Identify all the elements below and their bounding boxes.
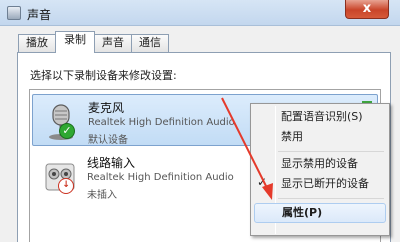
tab-sounds[interactable]: 声音	[94, 34, 132, 52]
device-status: 默认设备	[88, 135, 128, 146]
device-driver: Realtek High Definition Audio	[88, 117, 235, 128]
device-name: 麦克风	[88, 101, 125, 115]
instruction-text: 选择以下录制设备来修改设置:	[30, 69, 177, 82]
window-title: 声音	[27, 8, 52, 22]
close-button[interactable]: x	[345, 0, 389, 19]
menu-item-show-disabled[interactable]: 显示禁用的设备	[254, 154, 386, 174]
menu-item-disable[interactable]: 禁用	[254, 127, 386, 147]
menu-item-show-disconnected[interactable]: 显示已断开的设备	[254, 174, 386, 194]
title-bar: 声音 x	[0, 0, 400, 26]
menu-item-properties[interactable]: 属性(P)	[254, 203, 386, 223]
menu-item-configure-speech[interactable]: 配置语音识别(S)	[254, 107, 386, 127]
device-driver: Realtek High Definition Audio	[87, 172, 234, 183]
device-name: 线路输入	[87, 156, 136, 170]
tab-communications[interactable]: 通信	[131, 34, 169, 52]
device-status: 未插入	[87, 190, 117, 201]
tab-recording[interactable]: 录制	[55, 31, 95, 53]
default-check-icon: ✓	[59, 123, 75, 139]
menu-separator	[278, 151, 384, 152]
speaker-icon	[7, 6, 21, 20]
unplugged-icon: ↓	[58, 178, 74, 194]
tab-playback[interactable]: 播放	[18, 34, 56, 52]
menu-separator	[278, 198, 384, 199]
context-menu: 配置语音识别(S) 禁用 显示禁用的设备 ✓ 显示已断开的设备 属性(P)	[250, 103, 390, 236]
